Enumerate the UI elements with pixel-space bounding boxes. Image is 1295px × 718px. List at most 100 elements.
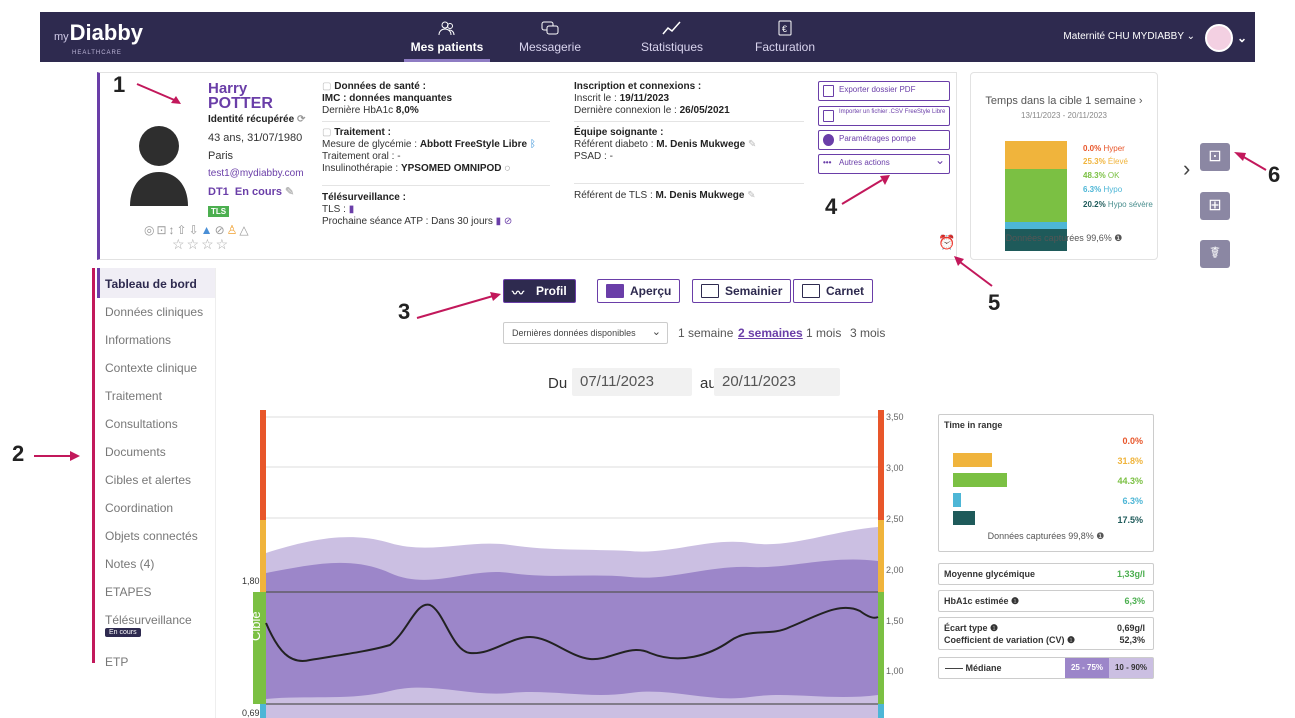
user-avatar[interactable]	[1205, 24, 1233, 52]
sidebar-item-donnees-cliniques[interactable]: Données cliniques	[105, 305, 203, 319]
upload-icon	[823, 110, 834, 122]
document-icon[interactable]: ▮	[349, 204, 355, 215]
patient-card: Harry POTTER Identité récupérée ⟳ 43 ans…	[97, 72, 957, 260]
elevated-zone-bar	[260, 520, 266, 592]
patient-email[interactable]: test1@mydiabby.com	[208, 168, 304, 179]
stats-tir-bar-1	[953, 453, 992, 467]
check-icon[interactable]: ⊘	[504, 216, 512, 227]
nav-messagerie[interactable]: Messagerie	[510, 18, 590, 62]
profile-wave-icon: 〰	[512, 286, 525, 300]
view-carnet-button[interactable]: Carnet	[793, 279, 874, 303]
target-icon[interactable]: ◎	[144, 223, 155, 237]
data-range-select[interactable]: Dernières données disponibles ⌄	[503, 322, 668, 344]
edit-icon[interactable]: ✎	[285, 186, 294, 198]
divider	[574, 183, 804, 184]
period-1-week[interactable]: 1 semaine	[678, 326, 733, 340]
tir-segment-1	[1005, 141, 1067, 169]
nav-mes-patients[interactable]: Mes patients	[404, 18, 490, 62]
date-from-label: Du	[548, 375, 568, 392]
sidebar-item-etp[interactable]: ETP	[105, 655, 128, 669]
sidebar-item-documents[interactable]: Documents	[105, 445, 166, 459]
pdf-icon	[823, 85, 834, 97]
period-2-weeks[interactable]: 2 semaines	[738, 326, 803, 340]
info-icon[interactable]: ❶	[990, 623, 998, 633]
info-icon[interactable]: ❶	[1067, 635, 1075, 645]
sidebar-item-traitement[interactable]: Traitement	[105, 389, 162, 403]
glucose-measure-value: Abbott FreeStyle Libre	[419, 139, 528, 150]
hyper-zone-bar	[260, 410, 266, 520]
nav-statistiques[interactable]: Statistiques	[627, 18, 717, 62]
export-pdf-button[interactable]: Exporter dossier PDF	[818, 81, 950, 101]
sidebar-item-notes[interactable]: Notes (4)	[105, 557, 154, 571]
medical-kit-icon[interactable]: ⊞	[1200, 192, 1230, 220]
chat-icon	[541, 21, 559, 35]
stats-tir-severe-hypo: 17.5%	[1117, 515, 1143, 525]
person-icon[interactable]: ♙	[227, 223, 239, 237]
inscription-label: Inscrit le :	[574, 93, 620, 104]
annotation-arrow	[1234, 152, 1267, 171]
inscription-title: Inscription et connexions :	[574, 81, 702, 92]
view-profil-button[interactable]: 〰 Profil	[503, 279, 576, 303]
sidebar-item-informations[interactable]: Informations	[105, 333, 171, 347]
tls-label: TLS :	[322, 204, 346, 215]
import-csv-button[interactable]: Importer un fichier .CSV FreeStyle Libre	[818, 106, 950, 126]
chat-side-icon[interactable]: ⊡	[1200, 143, 1230, 171]
view-semainier-button[interactable]: Semainier	[692, 279, 792, 303]
refresh-icon[interactable]: ⟳	[297, 114, 305, 125]
stats-captured: Données capturées 99,8%	[987, 531, 1094, 541]
period-1-month[interactable]: 1 mois	[806, 326, 841, 340]
sidebar-item-contexte-clinique[interactable]: Contexte clinique	[105, 361, 197, 375]
pump-settings-button[interactable]: Paramétrages pompe	[818, 130, 950, 150]
alert-icon[interactable]: ▲	[201, 223, 214, 237]
date-from-input[interactable]: 07/11/2023	[572, 368, 692, 396]
bell-icon[interactable]: △	[239, 223, 249, 237]
sidebar-item-telesurveillance[interactable]: Télésurveillance	[105, 613, 192, 627]
glucose-measure-label: Mesure de glycémie :	[322, 139, 420, 150]
stethoscope-icon[interactable]: ☤	[1200, 240, 1230, 268]
target-low-value: 0,69	[242, 708, 260, 718]
view-apercu-button[interactable]: Aperçu	[597, 279, 681, 303]
psad-line: PSAD : -	[574, 151, 613, 162]
diabby-logo[interactable]: myDiabby HEALTHCARE	[54, 20, 143, 56]
chevron-down-icon: ⌄	[1186, 31, 1195, 42]
info-icon[interactable]: ❶	[1096, 531, 1104, 541]
sidebar-item-etapes[interactable]: ETAPES	[105, 585, 151, 599]
stats-tir-hyper: 0.0%	[1122, 436, 1143, 446]
oral-treatment: Traitement oral : -	[322, 151, 401, 162]
user-menu-chevron-icon[interactable]: ⌄	[1237, 31, 1247, 45]
annotation-arrow	[954, 256, 993, 287]
edit-icon[interactable]: ✎	[748, 139, 756, 150]
svg-text:€: €	[782, 24, 787, 34]
collapse-chevron-icon[interactable]: ›	[1183, 156, 1190, 182]
rating-stars[interactable]: ☆☆☆☆	[172, 236, 230, 253]
edit-icon[interactable]: ✎	[747, 190, 755, 201]
period-3-months[interactable]: 3 mois	[850, 326, 885, 340]
time-in-range-panel[interactable]: Temps dans la cible 1 semaine › 13/11/20…	[970, 72, 1158, 260]
arrow-up-icon[interactable]: ⇧	[177, 223, 188, 237]
telesurveillance-title: Télésurveillance :	[322, 192, 406, 203]
sidebar-item-consultations[interactable]: Consultations	[105, 417, 178, 431]
left-sidebar-nav: Tableau de bord Données cliniques Inform…	[97, 268, 215, 718]
sidebar-item-coordination[interactable]: Coordination	[105, 501, 173, 515]
date-to-input[interactable]: 20/11/2023	[714, 368, 840, 396]
target-label: Cible	[248, 611, 263, 641]
chevron-right-icon[interactable]: ›	[1139, 95, 1143, 107]
alarm-clock-icon[interactable]: ⏰	[938, 234, 955, 251]
tls-referent-value: M. Denis Mukwege	[655, 190, 745, 201]
document-icon[interactable]: ▮	[496, 216, 502, 227]
arrow-down-icon[interactable]: ⇩	[189, 223, 200, 237]
diabeto-referent-label: Référent diabeto :	[574, 139, 657, 150]
info-icon[interactable]: ❶	[1114, 233, 1122, 243]
sidebar-item-objets-connectes[interactable]: Objets connectés	[105, 529, 198, 543]
sidebar-item-cibles-alertes[interactable]: Cibles et alertes	[105, 473, 191, 487]
nav-facturation[interactable]: € Facturation	[745, 18, 825, 62]
establishment-selector[interactable]: Maternité CHU MYDIABBY ⌄	[1063, 31, 1195, 42]
height-icon[interactable]: ↕	[169, 223, 176, 237]
stats-icon	[662, 21, 681, 35]
chart-icon[interactable]: ⊡	[156, 223, 167, 237]
info-icon[interactable]: ❶	[1011, 596, 1019, 606]
sidebar-item-tableau-de-bord[interactable]: Tableau de bord	[105, 277, 197, 291]
imc-line: IMC : données manquantes	[322, 93, 453, 104]
telesurveillance-status-badge: En cours	[105, 628, 141, 637]
eye-off-icon[interactable]: ⊘	[215, 223, 226, 237]
